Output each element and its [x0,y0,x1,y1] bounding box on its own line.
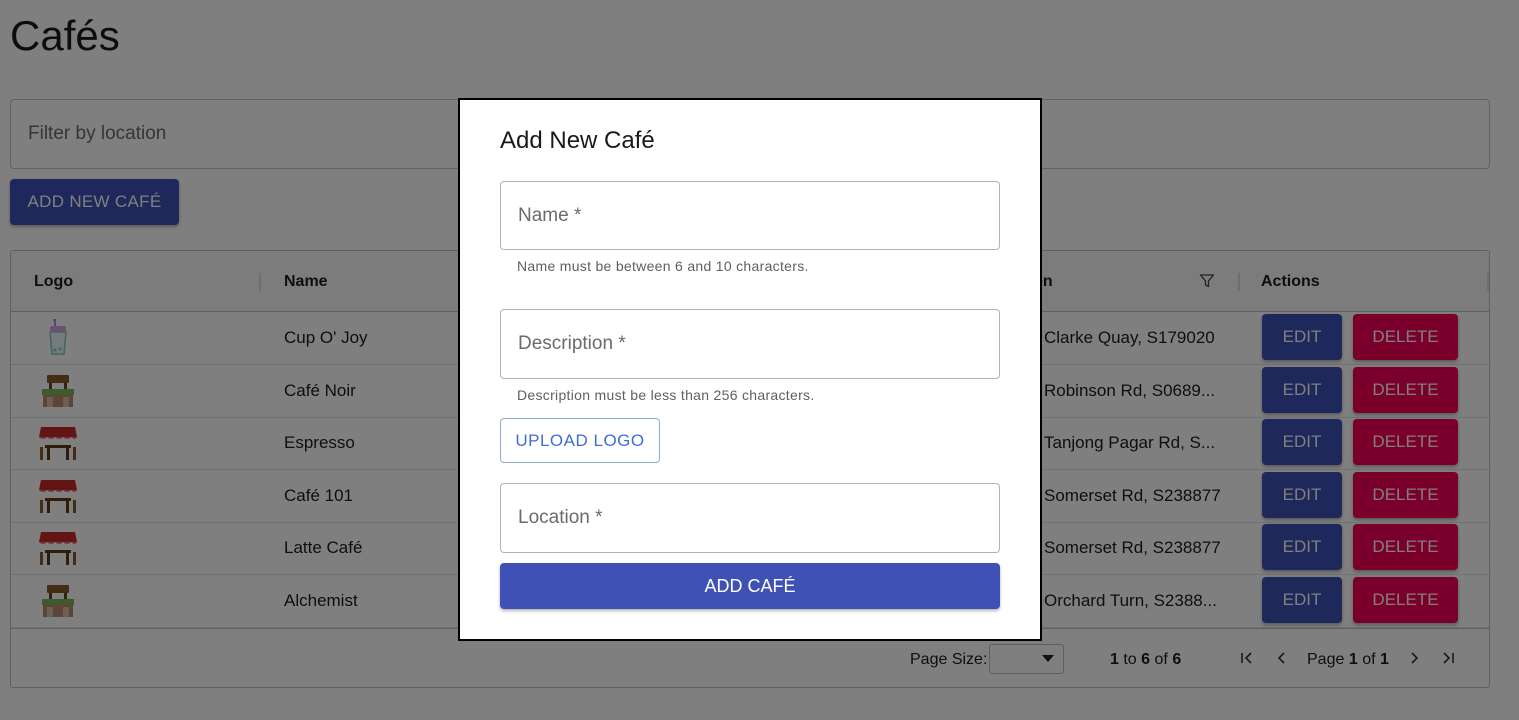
description-field[interactable] [500,309,1000,379]
description-helper-text: Description must be less than 256 charac… [517,387,815,403]
name-input[interactable] [501,182,999,249]
name-helper-text: Name must be between 6 and 10 characters… [517,258,809,274]
dialog-title: Add New Café [500,127,655,154]
upload-logo-button[interactable]: UPLOAD LOGO [500,418,660,463]
add-cafe-dialog: Add New Café Name must be between 6 and … [458,98,1042,641]
name-field[interactable] [500,181,1000,250]
add-cafe-submit-button[interactable]: ADD CAFÉ [500,563,1000,609]
location-input[interactable] [501,484,999,552]
description-input[interactable] [501,310,999,378]
location-field[interactable] [500,483,1000,553]
